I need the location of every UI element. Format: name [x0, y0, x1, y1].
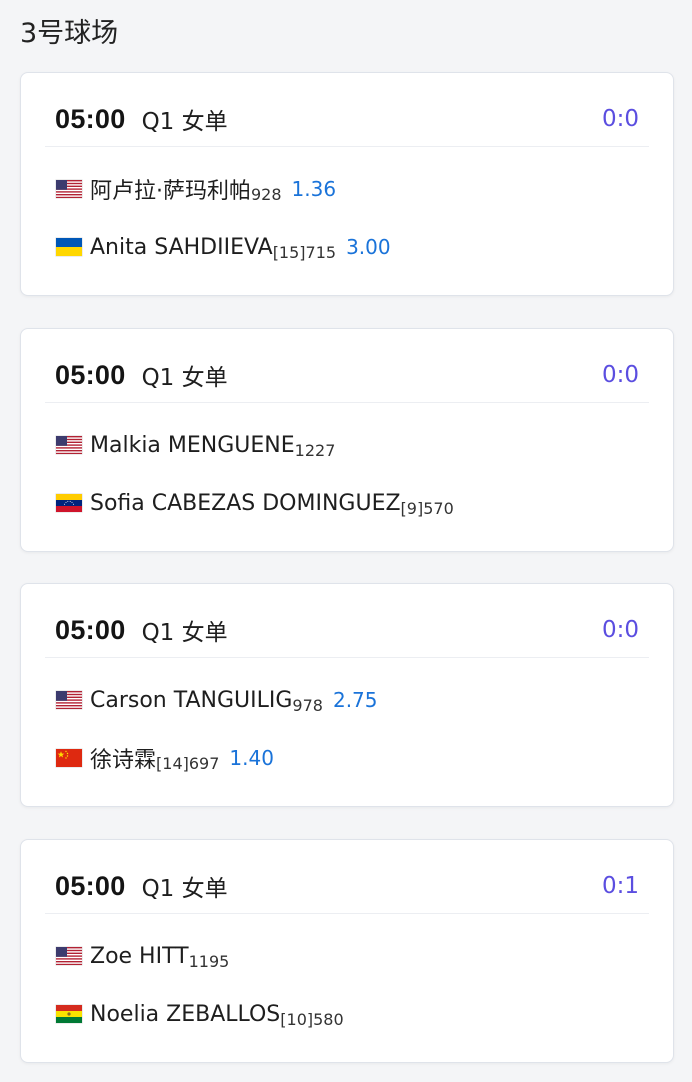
player-odds[interactable]: 3.00: [346, 235, 391, 259]
player-name: 阿卢拉·萨玛利帕: [90, 179, 251, 204]
match-round: Q1 女单: [141, 620, 228, 646]
divider: [45, 913, 649, 914]
player-rank: 928: [251, 184, 282, 204]
match-card[interactable]: 05:00 Q1 女单 0:1 Zoe HITT 1195 Noelia ZEB…: [20, 839, 674, 1063]
match-time: 05:00: [55, 359, 126, 390]
cn-flag-icon: [56, 749, 82, 767]
player-name: Malkia MENGUENE: [90, 432, 295, 458]
player-odds[interactable]: 1.40: [229, 746, 274, 770]
player-rank: [15]715: [272, 242, 337, 262]
player-rank: [14]697: [156, 753, 220, 773]
match-header: 05:00 Q1 女单 0:0: [55, 612, 639, 648]
player-rank: 978: [292, 695, 323, 715]
player-name: Sofia CABEZAS DOMINGUEZ: [90, 490, 401, 516]
player-row[interactable]: Carson TANGUILIG 978 2.75: [56, 682, 649, 718]
match-round: Q1 女单: [141, 876, 228, 902]
ve-flag-icon: [56, 494, 82, 512]
divider: [45, 146, 649, 147]
player-row[interactable]: 徐诗霖 [14]697 1.40: [56, 740, 649, 776]
match-card[interactable]: 05:00 Q1 女单 0:0 Carson TANGUILIG 978 2.7…: [20, 583, 674, 807]
player-row[interactable]: Zoe HITT 1195: [56, 938, 649, 974]
ua-flag-icon: [56, 238, 82, 256]
match-header: 05:00 Q1 女单 0:0: [55, 357, 639, 393]
player-row[interactable]: Sofia CABEZAS DOMINGUEZ [9]570: [56, 485, 649, 521]
player-rank: [10]580: [280, 1009, 344, 1029]
divider: [45, 657, 649, 658]
divider: [45, 402, 649, 403]
match-score: 0:0: [601, 106, 639, 132]
court-title: 3号球场: [20, 18, 119, 49]
player-rank: [9]570: [400, 498, 454, 518]
match-time: 05:00: [55, 614, 126, 645]
match-score: 0:0: [601, 617, 639, 643]
player-row[interactable]: Anita SAHDIIEVA [15]715 3.00: [56, 229, 649, 265]
player-rank: 1227: [294, 440, 336, 460]
player-name: Zoe HITT: [90, 943, 189, 969]
us-flag-icon: [56, 947, 82, 965]
player-rank: 1195: [188, 951, 230, 971]
player-name: 徐诗霖: [90, 748, 157, 773]
match-header: 05:00 Q1 女单 0:0: [55, 101, 639, 137]
player-row[interactable]: 阿卢拉·萨玛利帕 928 1.36: [56, 171, 649, 207]
match-round: Q1 女单: [141, 365, 228, 391]
player-row[interactable]: Malkia MENGUENE 1227: [56, 427, 649, 463]
match-time: 05:00: [55, 870, 126, 901]
player-row[interactable]: Noelia ZEBALLOS [10]580: [56, 996, 649, 1032]
match-round: Q1 女单: [141, 109, 228, 135]
match-score: 0:0: [601, 362, 639, 388]
us-flag-icon: [56, 691, 82, 709]
match-card[interactable]: 05:00 Q1 女单 0:0 Malkia MENGUENE 1227 Sof…: [20, 328, 674, 552]
player-name: Noelia ZEBALLOS: [90, 1001, 281, 1027]
player-odds[interactable]: 2.75: [333, 688, 378, 712]
player-odds[interactable]: 1.36: [292, 177, 337, 201]
us-flag-icon: [56, 180, 82, 198]
player-name: Anita SAHDIIEVA: [90, 234, 273, 260]
match-card[interactable]: 05:00 Q1 女单 0:0 阿卢拉·萨玛利帕 928 1.36 Anita …: [20, 72, 674, 296]
bo-flag-icon: [56, 1005, 82, 1023]
match-score: 0:1: [601, 873, 639, 899]
player-name: Carson TANGUILIG: [90, 687, 293, 713]
us-flag-icon: [56, 436, 82, 454]
match-time: 05:00: [55, 103, 126, 134]
match-header: 05:00 Q1 女单 0:1: [55, 868, 639, 904]
